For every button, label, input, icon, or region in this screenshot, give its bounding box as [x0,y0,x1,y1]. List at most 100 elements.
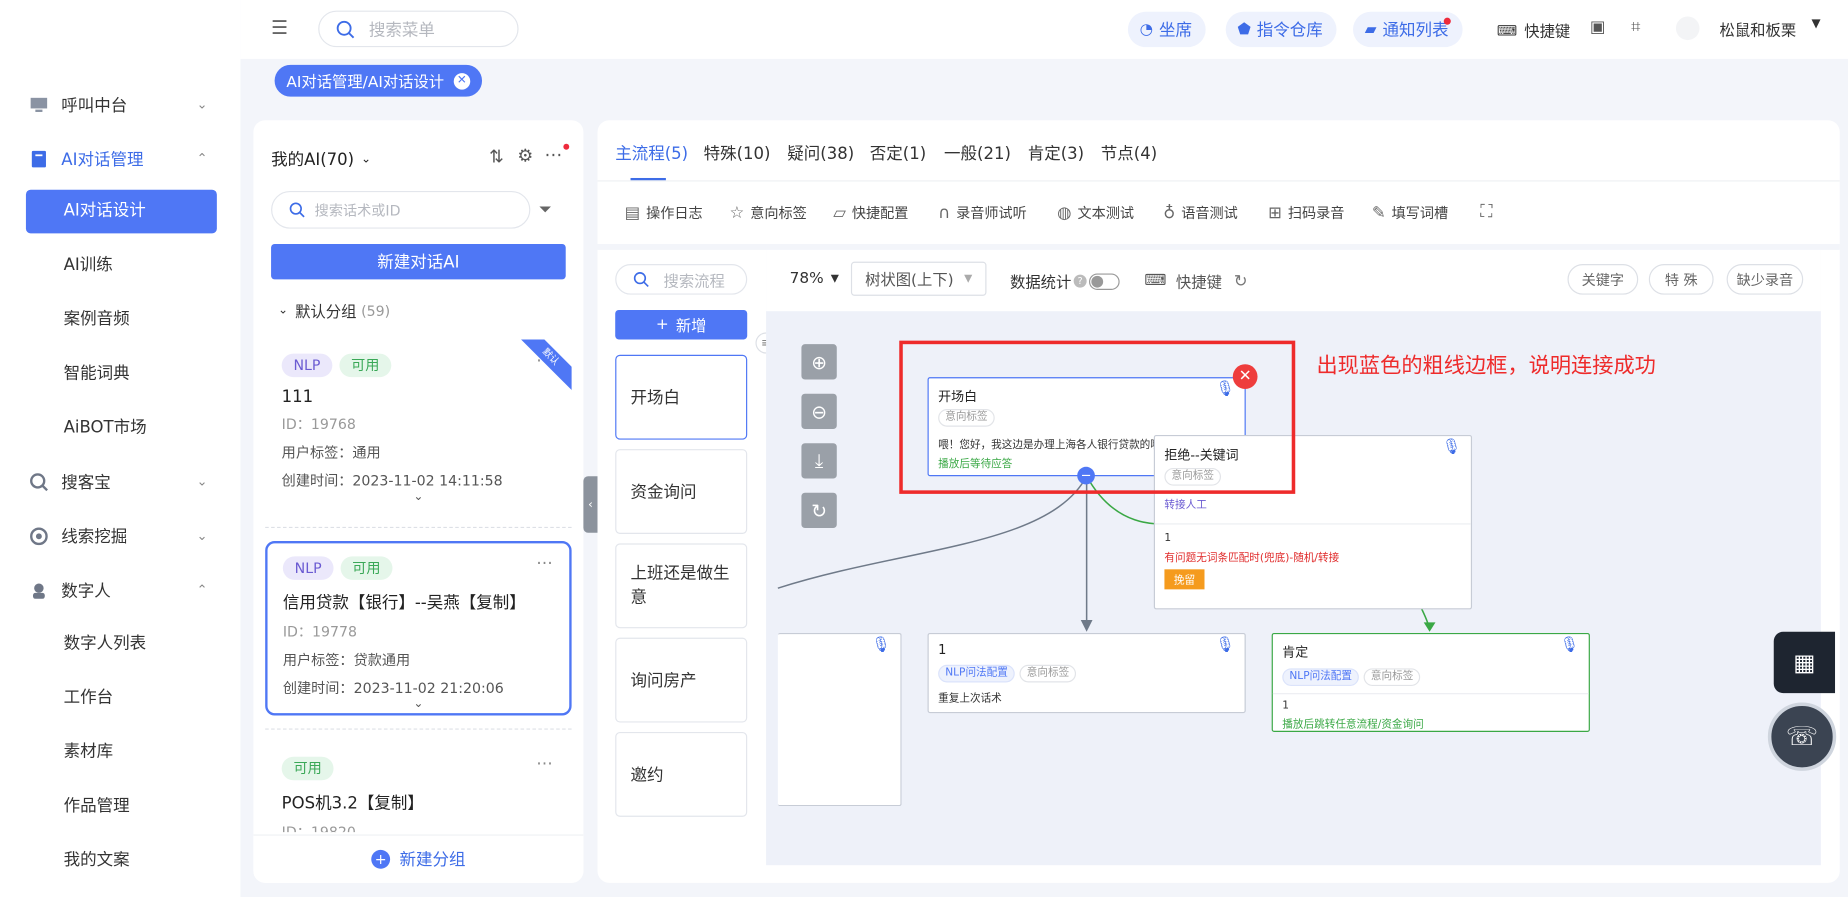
ai-card[interactable]: 可用 POS机3.2【复制】 ID：19820 ⋯ [265,742,572,833]
tab-affirm[interactable]: 肯定(3) [1028,141,1084,165]
divider [265,526,572,529]
new-group-button[interactable]: + 新建分组 [253,834,584,883]
sidebar-item-ai-training[interactable]: AI训练 [26,244,217,288]
more-icon[interactable]: ⋯ [544,144,562,165]
monitor-icon [29,95,48,114]
filter-icon[interactable]: ⏷ [539,200,552,219]
screen-icon[interactable]: ▣ [1590,18,1606,37]
scan-record-button[interactable]: ⊞ 扫码录音 [1268,203,1344,223]
seat-button[interactable]: ◔ 坐席 [1127,11,1207,48]
card-tags: NLP 可用 [281,353,555,378]
gear-icon[interactable]: ⚙ [517,145,533,166]
menu-leads[interactable]: 线索挖掘 ⌄ [26,514,217,558]
flow-search-input[interactable]: 搜索流程 [615,264,748,295]
tab-main-flow[interactable]: 主流程(5) [615,141,688,165]
breadcrumb[interactable]: AI对话管理/AI对话设计 ✕ [274,64,482,97]
notify-dot [563,143,570,150]
ai-card[interactable]: NLP 可用 111 ID：19768 用户标签：通用 创建时间：2023-11-… [265,339,572,514]
fullscreen-icon[interactable]: ⛶ [1480,200,1492,221]
menu-fold-icon[interactable]: ☰ [271,17,288,39]
menu-ai-dialog[interactable]: AI对话管理 ⌃ [26,137,217,181]
menu-digital-human[interactable]: 数字人 ⌃ [26,568,217,612]
sidebar-item-materials[interactable]: 素材库 [26,731,217,775]
tab-node[interactable]: 节点(4) [1101,141,1157,165]
canvas-shortcut-button[interactable]: ⌨ 快捷键 ↻ [1144,270,1248,293]
tab-question[interactable]: 疑问(38) [787,141,854,165]
flow-item-invite[interactable]: 邀约 [615,731,748,817]
mic-icon: ♁ [1163,203,1176,223]
menu-call-center[interactable]: 呼叫中台 ⌄ [26,83,217,127]
switch[interactable] [1089,272,1120,290]
sidebar-item-workbench[interactable]: 工作台 [26,677,217,721]
flow-item-property[interactable]: 询问房产 [615,637,748,723]
stats-toggle[interactable]: 数据统计? [1010,270,1120,292]
user-name[interactable]: 松鼠和板栗 [1720,18,1797,40]
card-tags: 可用 [281,756,555,781]
flow-item-opening[interactable]: 开场白 [615,354,748,440]
flow-node-affirm[interactable]: 肯定 NLP问法配置 意向标签 1 播放后跳转任意流程/资金询问 🎙 [1271,632,1590,732]
new-ai-button[interactable]: 新建对话AI [271,243,566,280]
flow-item-funds[interactable]: 资金询问 [615,449,748,534]
collapse-handle[interactable]: ‹ [583,476,598,533]
sidebar-item-dictionary[interactable]: 智能词典 [26,352,217,396]
sidebar-item-ai-design[interactable]: AI对话设计 [25,189,217,234]
card-created: 创建时间：2023-11-02 21:20:06 [282,680,504,697]
close-icon[interactable]: ✕ [1232,364,1258,389]
card-tags: NLP 可用 [282,556,554,580]
ai-search-input[interactable]: 搜索话术或ID [271,190,531,229]
flow-node-partial[interactable]: 🎙 [777,632,902,807]
layout-select[interactable]: 树状图(上下) ▼ [850,261,987,296]
chevron-down-icon: ⌄ [196,473,208,490]
menu-search[interactable]: 搜索菜单 [318,10,519,48]
chat-float-icon[interactable]: ▦ [1773,631,1836,694]
caret-down-icon[interactable]: ▼ [1811,18,1820,31]
sidebar-item-case-audio[interactable]: 案例音频 [26,298,217,342]
my-ai-dropdown[interactable]: 我的AI(70) ⌄ [271,147,371,171]
command-repo-button[interactable]: ⬟ 指令仓库 [1225,11,1337,48]
headphone-icon: ∩ [938,203,951,223]
tab-special[interactable]: 特殊(10) [704,141,771,165]
more-icon[interactable]: ⋯ [536,754,552,773]
intent-tag-button[interactable]: ☆ 意向标签 [730,203,807,223]
keyboard-icon: ⌨ [1144,272,1167,290]
retain-button[interactable]: 挽留 [1164,569,1205,590]
text-test-button[interactable]: ◍ 文本测试 [1057,203,1134,223]
ai-card-selected[interactable]: NLP 可用 信用贷款【银行】--吴燕【复制】 ID：19778 用户标签：贷款通… [265,541,572,716]
sidebar-item-works[interactable]: 作品管理 [26,785,217,829]
sidebar-item-my-copy[interactable]: 我的文案 [26,839,217,883]
group-header[interactable]: ⌄ 默认分组 (59) [278,299,390,321]
flow-node-1[interactable]: 1 NLP问法配置 意向标签 重复上次话术 🎙 [927,632,1246,714]
expand-icon[interactable]: ⌄ [283,698,554,711]
highlight-box [899,340,1296,494]
help-icon: ? [1073,274,1087,288]
more-icon[interactable]: ⋯ [536,554,552,573]
annotation-text: 出现蓝色的粗线边框，说明连接成功 [1316,353,1656,379]
missing-record-button[interactable]: 缺少录音 [1726,264,1804,295]
chevron-down-icon: ⌄ [196,528,208,544]
keyword-button[interactable]: 关键字 [1567,264,1639,295]
sort-icon[interactable]: ⇅ [489,146,504,167]
close-icon[interactable]: ✕ [453,72,471,89]
refresh-icon[interactable]: ↻ [1234,272,1248,291]
phone-float-icon[interactable]: ☏ [1767,702,1837,771]
voice-test-button[interactable]: ♁ 语音测试 [1163,203,1238,223]
special-button[interactable]: 特 殊 [1648,264,1714,295]
fill-slot-button[interactable]: ✎ 填写词槽 [1372,203,1448,223]
expand-icon[interactable]: ⌄ [282,490,555,503]
menu-soukebao[interactable]: 搜客宝 ⌄ [26,460,217,504]
notice-list-button[interactable]: ▰ 通知列表 [1352,11,1463,48]
search-icon [336,20,355,38]
scan-icon[interactable]: ⌗ [1631,18,1640,37]
op-log-button[interactable]: ▤ 操作日志 [625,203,703,223]
recorder-listen-button[interactable]: ∩ 录音师试听 [938,203,1027,223]
add-flow-button[interactable]: + 新增 [615,310,748,340]
quick-config-button[interactable]: ▱ 快捷配置 [833,203,908,223]
tab-negative[interactable]: 否定(1) [870,141,926,165]
tab-general[interactable]: 一般(21) [944,141,1011,165]
sidebar-item-aibot-market[interactable]: AiBOT市场 [26,407,217,451]
shortcut-button[interactable]: ⌨ 快捷键 [1497,19,1570,41]
avatar[interactable] [1675,16,1700,41]
sidebar-item-digital-list[interactable]: 数字人列表 [26,622,217,666]
flow-item-job[interactable]: 上班还是做生意 [615,543,748,629]
zoom-select[interactable]: 78% ▼ [790,270,839,288]
